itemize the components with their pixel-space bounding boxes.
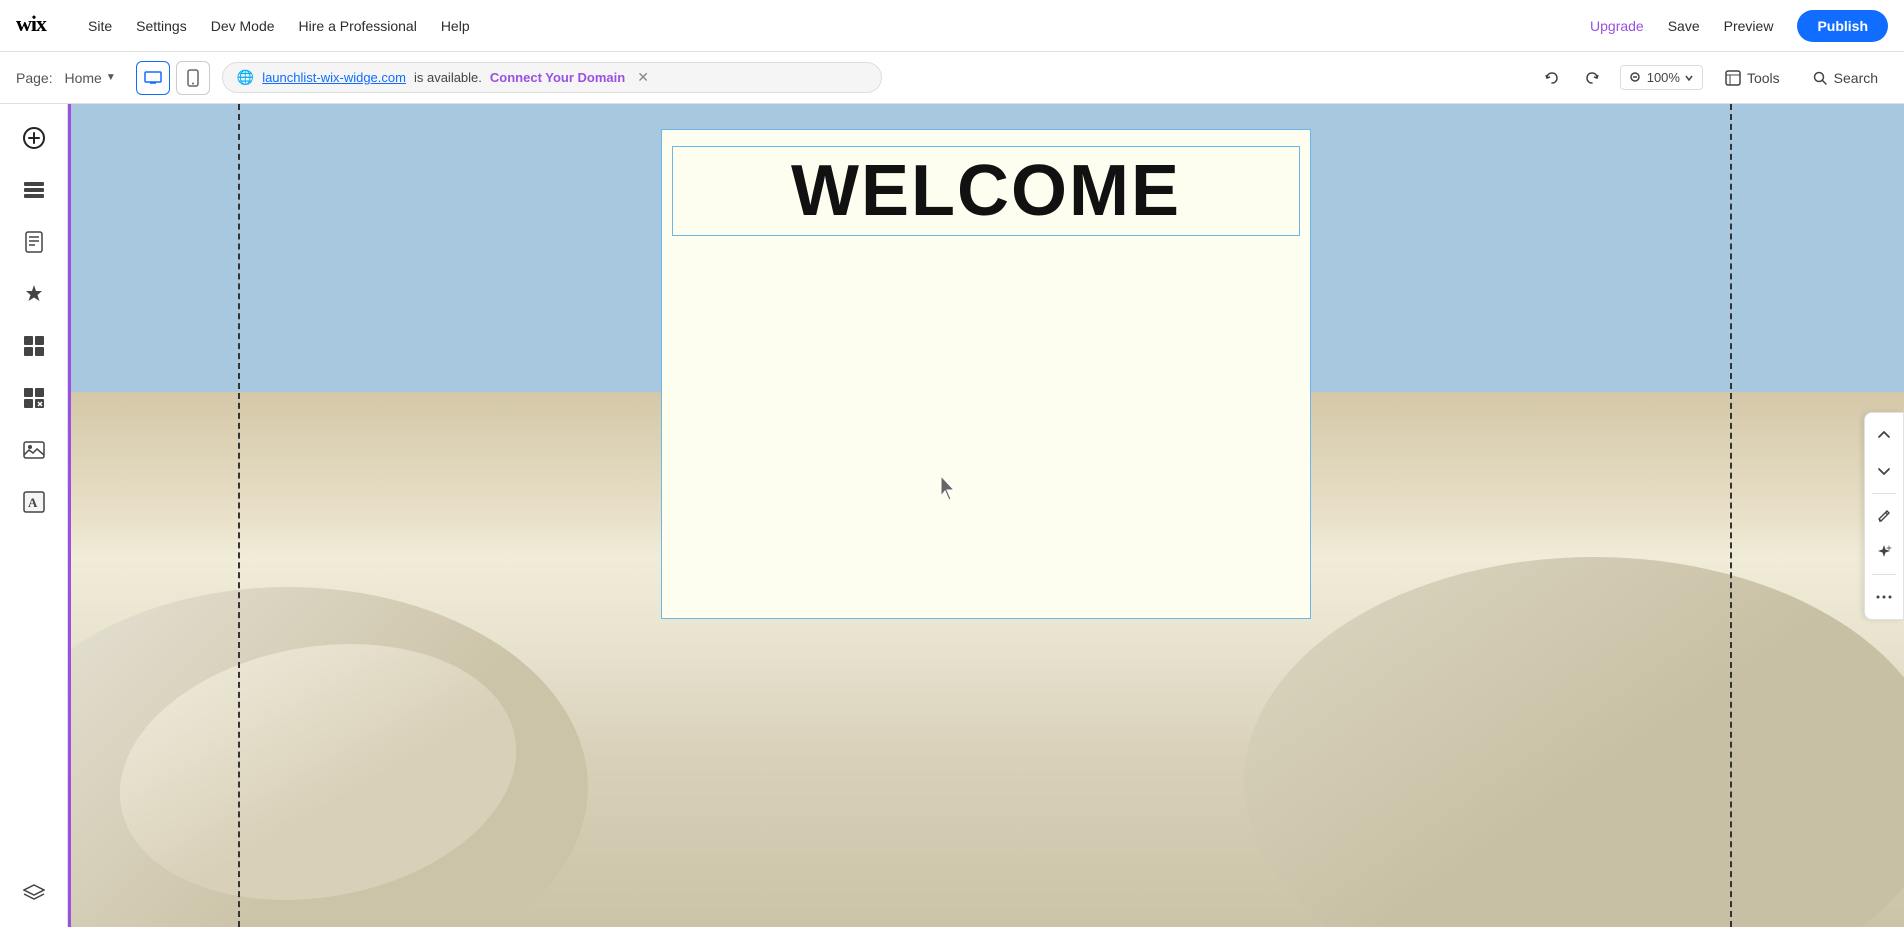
globe-icon: 🌐 (237, 69, 254, 86)
redo-button[interactable] (1576, 62, 1608, 94)
right-toolbar (1864, 412, 1904, 620)
move-down-button[interactable] (1868, 455, 1900, 487)
nav-settings[interactable]: Settings (136, 18, 187, 34)
canvas-area[interactable]: WELCOME (68, 104, 1904, 927)
wix-logo[interactable]: wix (16, 10, 56, 42)
purple-left-accent (68, 104, 71, 927)
move-up-button[interactable] (1868, 419, 1900, 451)
tools-button[interactable]: Tools (1715, 66, 1790, 90)
sidebar-sections-button[interactable] (12, 168, 56, 212)
content-box[interactable]: WELCOME (661, 129, 1311, 619)
sidebar-add-button[interactable] (12, 116, 56, 160)
mobile-view-button[interactable] (176, 61, 210, 95)
desktop-view-button[interactable] (136, 61, 170, 95)
nav-help[interactable]: Help (441, 18, 470, 34)
sidebar-theme-button[interactable] (12, 272, 56, 316)
sidebar-plugins-button[interactable] (12, 376, 56, 420)
nav-site[interactable]: Site (88, 18, 112, 34)
toolbar-divider-1 (1872, 493, 1896, 494)
preview-button[interactable]: Preview (1724, 18, 1774, 34)
sidebar-pages-button[interactable] (12, 220, 56, 264)
toolbar-divider-2 (1872, 574, 1896, 575)
undo-button[interactable] (1536, 62, 1568, 94)
svg-text:A: A (28, 495, 38, 510)
left-sidebar: A (0, 104, 68, 927)
welcome-text-container[interactable]: WELCOME (672, 146, 1300, 236)
nav-hire-professional[interactable]: Hire a Professional (299, 18, 417, 34)
connect-domain-link[interactable]: Connect Your Domain (490, 70, 625, 85)
domain-bar: 🌐 launchlist-wix-widge.com is available.… (222, 62, 882, 93)
page-prefix-label: Page: (16, 70, 53, 86)
zoom-control[interactable]: 100% (1620, 65, 1703, 90)
save-button[interactable]: Save (1668, 18, 1700, 34)
page-dropdown-arrow: ▼ (106, 72, 116, 83)
domain-bar-close[interactable]: ✕ (637, 69, 649, 86)
search-label: Search (1834, 70, 1878, 86)
page-selector[interactable]: Page: Home ▼ (16, 70, 116, 86)
sidebar-apps-button[interactable] (12, 324, 56, 368)
domain-available-text: is available. (414, 70, 482, 85)
canvas-boundary-left (238, 104, 240, 927)
search-button[interactable]: Search (1802, 66, 1888, 90)
ai-tools-button[interactable] (1868, 536, 1900, 568)
more-options-button[interactable] (1868, 581, 1900, 613)
tools-label: Tools (1747, 70, 1780, 86)
nav-dev-mode[interactable]: Dev Mode (211, 18, 275, 34)
top-nav: wix Site Settings Dev Mode Hire a Profes… (0, 0, 1904, 52)
page-name-label: Home (64, 70, 101, 86)
sidebar-layers-button[interactable] (12, 871, 56, 915)
canvas-boundary-right (1730, 104, 1732, 927)
zoom-value: 100% (1647, 70, 1680, 85)
sidebar-text-button[interactable]: A (12, 480, 56, 524)
svg-text:wix: wix (16, 11, 47, 35)
device-toggle (136, 61, 210, 95)
sidebar-media-button[interactable] (12, 428, 56, 472)
upgrade-button[interactable]: Upgrade (1590, 18, 1644, 34)
main-area: A WELCOME (0, 104, 1904, 927)
domain-url[interactable]: launchlist-wix-widge.com (262, 70, 406, 85)
edit-button[interactable] (1868, 500, 1900, 532)
second-nav: Page: Home ▼ 🌐 launchlist-wix-widge.com … (0, 52, 1904, 104)
undo-redo-group (1536, 62, 1608, 94)
welcome-title: WELCOME (791, 150, 1181, 232)
publish-button[interactable]: Publish (1797, 10, 1888, 42)
